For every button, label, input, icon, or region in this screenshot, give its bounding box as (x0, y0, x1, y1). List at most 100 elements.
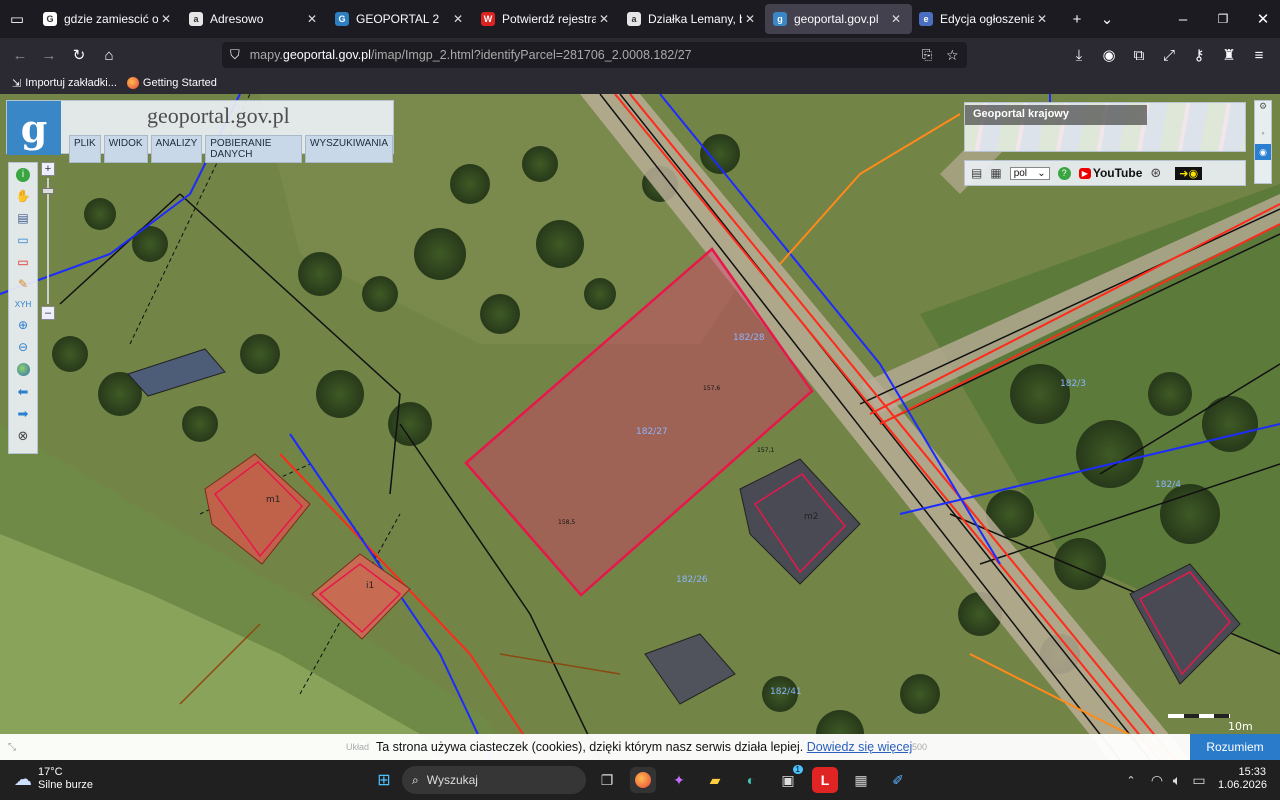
bookmark-star-icon[interactable]: ☆ (946, 47, 959, 64)
cookie-accept-button[interactable]: Rozumiem (1190, 734, 1280, 760)
back-arrow-icon[interactable]: ⬅ (18, 384, 29, 400)
youtube-link[interactable]: ▶ YouTube (1078, 166, 1142, 180)
select-red-icon[interactable]: ▭ (17, 255, 28, 269)
geoportal-menu-item[interactable]: POBIERANIE DANYCH (205, 135, 303, 163)
tab-close-icon[interactable]: ✕ (596, 12, 612, 26)
tab-close-icon[interactable]: ✕ (158, 12, 174, 26)
draw-pencil-icon[interactable]: ✎ (18, 277, 28, 291)
zoom-out-icon[interactable]: ⊖ (18, 340, 28, 354)
forward-arrow-icon[interactable]: ➡ (18, 406, 29, 422)
search-icon: ⌕ (412, 772, 419, 787)
paint-icon[interactable]: ✐ (885, 767, 911, 793)
zoom-minus-button[interactable]: – (41, 306, 55, 320)
zoom-slider[interactable]: + – (41, 162, 57, 322)
overview-toggle-icon[interactable]: ◉ (1255, 144, 1271, 160)
extensions-icon[interactable]: ⧉ (1124, 40, 1154, 70)
fullscreen-icon[interactable]: ⤢ (1154, 40, 1184, 70)
measure-icon[interactable]: XYH (15, 300, 31, 309)
tab-0[interactable]: Ggdzie zamiescić ogłosz✕ (35, 4, 182, 34)
tab-close-icon[interactable]: ✕ (742, 12, 758, 26)
zoom-plus-button[interactable]: + (41, 162, 55, 176)
windows-taskbar: ☁ 17°C Silne burze ⊞ ⌕ Wyszukaj ❐ ✦ ▰ ◐ … (0, 760, 1280, 800)
tab-5[interactable]: g geoportal.gov.pl ✕ (765, 4, 912, 34)
overview-up-icon[interactable]: ◦ (1255, 128, 1271, 138)
tab-close-icon[interactable]: ✕ (1034, 12, 1050, 26)
reload-icon[interactable]: ↻ (64, 40, 94, 70)
forward-icon[interactable]: → (34, 40, 64, 70)
coords-left: Układ (346, 742, 370, 752)
calculator-icon[interactable]: ▦ (848, 767, 874, 793)
taskbar-search[interactable]: ⌕ Wyszukaj (402, 766, 586, 794)
site-info-icon[interactable]: ⛉ (230, 47, 240, 63)
geoportal-menu-item[interactable]: PLIK (69, 135, 101, 163)
maximize-icon[interactable]: ❐ (1208, 4, 1238, 34)
data-icon[interactable]: ▦ (990, 166, 1001, 180)
parcel-label-d: 182/26 (676, 575, 708, 585)
tab-overflow-icon[interactable]: ⌄ (1092, 4, 1122, 34)
firefox-taskbar-icon[interactable] (630, 767, 656, 793)
edge-icon[interactable]: ◐ (738, 767, 764, 793)
legend-icon[interactable]: ▤ (17, 211, 28, 225)
compass-icon[interactable]: ⊗ (18, 428, 29, 444)
url-bar[interactable]: ⛉ mapy.geoportal.gov.pl/imap/Imgp_2.html… (222, 42, 967, 68)
tab-1[interactable]: a Adresowo ✕ (181, 4, 328, 34)
tab-6[interactable]: e Edycja ogłoszenia: spr✕ (911, 4, 1058, 34)
tab-3[interactable]: W Potwierdź rejestrację w✕ (473, 4, 620, 34)
overview-settings-icon[interactable]: ⚙ (1255, 101, 1271, 112)
account-icon[interactable]: ◉ (1094, 40, 1124, 70)
tray-chevron-icon[interactable]: ⌃ (1118, 767, 1144, 793)
clock[interactable]: 15:33 1.06.2026 (1218, 766, 1267, 792)
app-l-icon[interactable]: L (812, 767, 838, 793)
addon-icon[interactable]: ♜ (1214, 40, 1244, 70)
zoom-handle[interactable] (42, 188, 54, 194)
copilot-icon[interactable]: ✦ (666, 767, 692, 793)
store-icon[interactable]: ▣ 1 (775, 765, 803, 793)
file-explorer-icon[interactable]: ▰ (702, 767, 728, 793)
downloads-icon[interactable]: ⤓ (1064, 40, 1094, 70)
start-icon[interactable]: ⊞ (371, 767, 397, 793)
task-view-icon[interactable]: ❐ (594, 767, 620, 793)
overview-title: Geoportal krajowy (965, 105, 1147, 125)
app-menu-icon[interactable]: ≡ (1244, 40, 1274, 70)
overview-map[interactable]: Geoportal krajowy (964, 102, 1246, 152)
tab-4[interactable]: a Działka Lemany, bez p✕ (619, 4, 766, 34)
minimize-icon[interactable]: – (1168, 4, 1198, 34)
reader-view-icon[interactable]: ⎘ (922, 47, 932, 63)
tab-close-icon[interactable]: ✕ (304, 12, 320, 26)
back-icon[interactable]: ← (5, 40, 35, 70)
expand-corner-icon[interactable]: ⤡ (8, 742, 16, 753)
tab-list-icon[interactable]: ▭ (2, 4, 32, 34)
close-window-icon[interactable]: ✕ (1248, 4, 1278, 34)
tab-title: Działka Lemany, bez p (648, 12, 742, 26)
pan-hand-icon[interactable]: ✋ (16, 189, 31, 203)
map-canvas[interactable]: 182/27 182/28 182/3 182/4 182/26 182/41 … (0, 94, 1280, 760)
passwords-icon[interactable]: ⚷ (1184, 40, 1214, 70)
geoportal-menu-item[interactable]: WYSZUKIWANIA (305, 135, 393, 163)
globe-icon[interactable] (16, 363, 30, 376)
battery-icon[interactable]: ▭ (1186, 767, 1212, 793)
select-rect-icon[interactable]: ▭ (17, 233, 28, 247)
url-text[interactable]: mapy.geoportal.gov.pl/imap/Imgp_2.html?i… (250, 48, 692, 62)
weather-widget[interactable]: ☁ 17°C Silne burze (14, 766, 93, 792)
map-viewport[interactable]: 182/27 182/28 182/3 182/4 182/26 182/41 … (0, 94, 1280, 760)
tab-title: geoportal.gov.pl (794, 12, 879, 26)
accessibility-icon[interactable]: ⊛ (1150, 165, 1161, 181)
contrast-toggle[interactable]: ➜◉ (1175, 166, 1203, 180)
geoportal-logo[interactable]: g (7, 101, 61, 155)
bookmark-import[interactable]: Importuj zakładki... (25, 77, 117, 89)
cookie-learn-more-link[interactable]: Dowiedz się więcej (807, 740, 913, 754)
home-icon[interactable]: ⌂ (94, 40, 124, 70)
geoportal-menu-item[interactable]: ANALIZY (150, 135, 203, 163)
tab-2[interactable]: G GEOPORTAL 2 ✕ (327, 4, 474, 34)
geoportal-menu-item[interactable]: WIDOK (103, 135, 148, 163)
print-icon[interactable]: ▤ (971, 166, 982, 180)
tab-close-icon[interactable]: ✕ (888, 12, 904, 26)
help-icon[interactable]: ? (1057, 166, 1071, 180)
tab-close-icon[interactable]: ✕ (450, 12, 466, 26)
zoom-in-icon[interactable]: ⊕ (18, 318, 28, 332)
bookmark-getting-started[interactable]: Getting Started (143, 77, 217, 89)
language-select[interactable]: pol ⌄ (1009, 166, 1050, 180)
info-icon[interactable]: i (16, 168, 30, 182)
new-tab-icon[interactable]: + (1062, 4, 1092, 34)
storm-cloud-icon: ☁ (14, 768, 32, 789)
